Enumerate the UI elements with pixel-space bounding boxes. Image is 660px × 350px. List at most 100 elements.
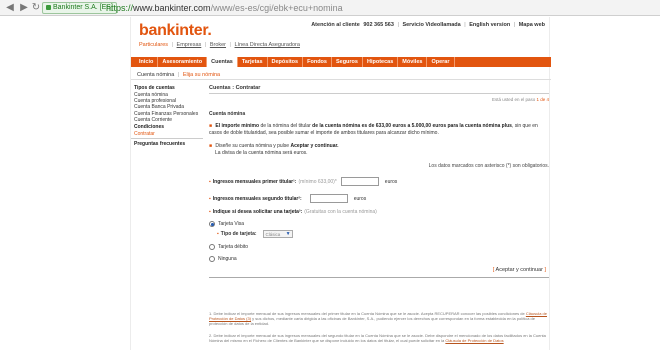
nav-item-moviles[interactable]: Móviles xyxy=(398,57,428,67)
step-label: Está usted en el paso xyxy=(491,97,536,102)
visa-radio[interactable] xyxy=(209,221,215,227)
bullet-icon: ■ xyxy=(209,143,213,149)
bracket-right: ] xyxy=(542,267,546,273)
option-none-label: Ninguna xyxy=(218,256,237,262)
sidebar-heading-condiciones[interactable]: Condiciones xyxy=(131,123,203,131)
para1-bold1: El importe mínimo xyxy=(215,123,260,129)
card-question-hint: (Gratuitas con la cuenta nómina) xyxy=(304,209,377,215)
footnote-1: 1. Debe indicar el importe mensual de su… xyxy=(209,311,549,327)
bullet-icon: ■ xyxy=(209,123,213,129)
card-question-label: Indique si desea solicitar una tarjeta xyxy=(212,209,299,215)
separator: | xyxy=(204,42,207,48)
sidebar-item-contratar[interactable]: Contratar xyxy=(131,131,203,137)
main-nav: Inicio Asesoramiento Cuentas Tarjetas De… xyxy=(131,57,551,67)
sidebar-item-finanzas-personales[interactable]: Cuenta Finanzas Personales xyxy=(131,111,203,117)
bullet-icon: ▪ xyxy=(209,178,211,185)
site-badge-label: Bankinter S.A. [ES] xyxy=(53,4,113,11)
segment-link-linea-directa[interactable]: Línea Directa Aseguradora xyxy=(235,42,300,48)
segment-link-particulares[interactable]: Particulares xyxy=(139,42,168,48)
income1-row: ▪ Ingresos mensuales primer titular ¹: (m… xyxy=(209,177,549,186)
bullet-icon: ▪ xyxy=(209,209,211,215)
income1-input[interactable] xyxy=(340,177,379,186)
back-icon[interactable]: ◀ xyxy=(4,2,16,14)
segment-link-broker[interactable]: Broker xyxy=(210,42,226,48)
card-question-row: ▪ Indique si desea solicitar una tarjeta… xyxy=(209,209,549,215)
browser-toolbar: ◀ ▶ ↻ Bankinter S.A. [ES] https://www.ba… xyxy=(0,0,660,16)
separator: | xyxy=(513,22,516,28)
income2-row: ▪ Ingresos mensuales segundo titular ²: e… xyxy=(209,194,549,203)
separator: | xyxy=(464,22,466,28)
nav-item-asesoramiento[interactable]: Asesoramiento xyxy=(158,57,208,67)
step-value: 1 de 4 xyxy=(536,97,549,102)
step-indicator: Está usted en el paso 1 de 4 xyxy=(209,97,549,102)
url-host: www.bankinter.com xyxy=(133,3,211,13)
nav-item-fondos[interactable]: Fondos xyxy=(303,57,332,67)
chevron-down-icon: ▼ xyxy=(285,231,291,237)
none-radio[interactable] xyxy=(209,256,215,262)
income1-hint: (mínimo 633,00)* xyxy=(298,178,337,185)
design-paragraph: ■ Diseñe su cuenta nómina y pulse Acepta… xyxy=(209,143,549,157)
para1-bold2: de la cuenta nómina es de 633,00 euros a… xyxy=(312,123,512,129)
debit-radio[interactable] xyxy=(209,244,215,250)
customer-service-link[interactable]: Atención al cliente xyxy=(311,22,360,28)
separator: | xyxy=(397,22,399,28)
card-type-label: Tipo de tarjeta: xyxy=(220,231,257,237)
reload-icon[interactable]: ↻ xyxy=(30,2,42,14)
nav-item-operar[interactable]: Operar xyxy=(427,57,455,67)
continue-label: Aceptar y continuar xyxy=(495,267,543,273)
url-path: /www/es-es/cgi/ebk+ecu+nomina xyxy=(210,3,343,13)
income1-info-icon: ¹: xyxy=(293,178,297,185)
option-debit-label: Tarjeta débito xyxy=(218,244,249,250)
top-links: Atención al cliente 902 365 563 | Servic… xyxy=(309,22,545,28)
para2-line2: La divisa de la cuenta nómina será euros… xyxy=(215,150,308,156)
breadcrumb-item[interactable]: Cuenta nómina xyxy=(137,72,174,78)
option-none-row[interactable]: Ninguna xyxy=(209,256,549,262)
income1-currency: euros xyxy=(384,178,398,185)
income2-info-icon: ²: xyxy=(298,195,302,202)
segment-links: Particulares | Empresas | Broker | Línea… xyxy=(139,42,300,48)
address-bar[interactable]: https://www.bankinter.com/www/es-es/cgi/… xyxy=(106,2,343,14)
separator: | xyxy=(177,72,180,78)
bankinter-page: bankinter. Atención al cliente 902 365 5… xyxy=(130,17,551,350)
breadcrumb: Cuenta nómina | Elija su nómina xyxy=(131,71,551,80)
bullet-icon: ▪ xyxy=(217,231,219,237)
nav-item-tarjetas[interactable]: Tarjetas xyxy=(238,57,268,67)
video-service-link[interactable]: Servicio Videollamada xyxy=(402,22,460,28)
income1-label: Ingresos mensuales primer titular xyxy=(212,178,294,185)
footnotes: 1. Debe indicar el importe mensual de su… xyxy=(209,311,549,349)
para2-bold: Aceptar y continuar. xyxy=(290,143,339,149)
nav-item-hipotecas[interactable]: Hipotecas xyxy=(363,57,399,67)
income2-label: Ingresos mensuales segundo titular xyxy=(212,195,299,202)
nav-item-seguros[interactable]: Seguros xyxy=(332,57,363,67)
sidebar-heading-preguntas[interactable]: Preguntas frecuentes xyxy=(131,140,203,148)
sitemap-link[interactable]: Mapa web xyxy=(519,22,545,28)
footnote-2-link[interactable]: Cláusula de Protección de Datos xyxy=(445,338,503,343)
english-version-link[interactable]: English version xyxy=(469,22,510,28)
card-type-value: Clásica xyxy=(265,232,281,237)
para2-text1: Diseñe su cuenta nómina y pulse xyxy=(215,143,290,149)
card-type-select[interactable]: Clásica ▼ xyxy=(262,230,293,238)
bullet-icon: ▪ xyxy=(209,195,211,202)
nav-item-cuentas[interactable]: Cuentas xyxy=(207,57,238,67)
nav-item-depositos[interactable]: Depósitos xyxy=(268,57,304,67)
option-debit-row[interactable]: Tarjeta débito xyxy=(209,244,549,250)
income2-input[interactable] xyxy=(309,194,348,203)
segment-link-empresas[interactable]: Empresas xyxy=(177,42,202,48)
phone-number: 902 365 563 xyxy=(363,22,394,28)
option-visa-row[interactable]: Tarjeta Visa xyxy=(209,221,549,227)
sidebar-heading-tipos[interactable]: Tipos de cuentas xyxy=(131,84,203,92)
page-title: Cuentas : Contratar xyxy=(209,84,549,94)
sidebar-divider xyxy=(131,138,203,140)
separator: | xyxy=(229,42,231,48)
required-fields-note: Los datos marcados con asterisco (*) son… xyxy=(428,163,549,169)
card-question-info-icon: ³: xyxy=(298,209,303,215)
continue-row: [ Aceptar y continuar ] xyxy=(209,266,549,278)
accept-continue-button[interactable]: [ Aceptar y continuar ] xyxy=(490,266,549,274)
forward-icon[interactable]: ▶ xyxy=(18,2,30,14)
bankinter-logo[interactable]: bankinter. xyxy=(139,22,212,40)
minimum-amount-paragraph: ■ El importe mínimo de la nómina del tit… xyxy=(209,123,549,137)
main-content: Cuentas : Contratar Está usted en el pas… xyxy=(209,84,549,278)
nav-item-inicio[interactable]: Inicio xyxy=(135,57,159,67)
para1-text1: de la nómina del titular xyxy=(260,123,311,129)
url-protocol: https:// xyxy=(106,3,134,13)
